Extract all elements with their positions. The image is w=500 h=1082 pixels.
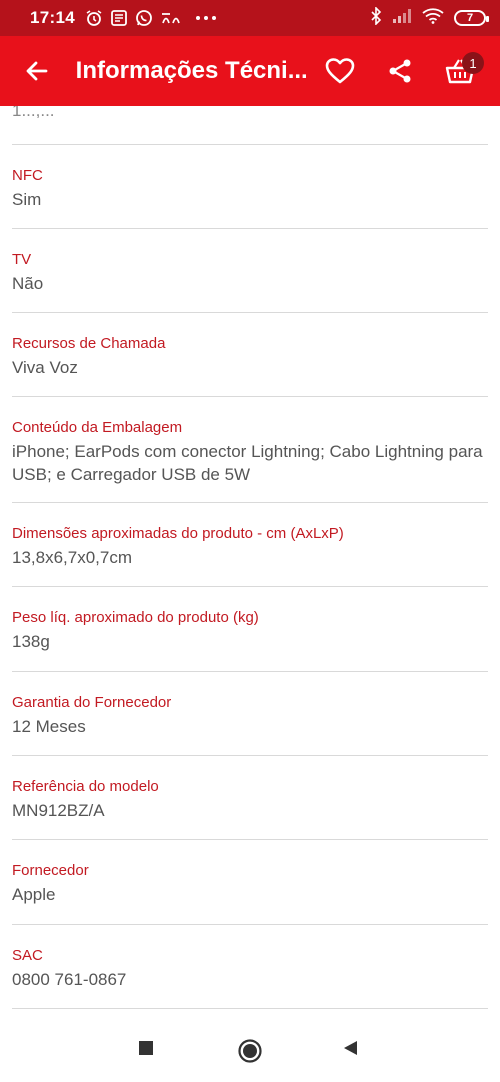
spec-label: TV xyxy=(12,251,32,268)
divider xyxy=(12,502,488,503)
recents-button[interactable] xyxy=(136,1038,156,1058)
news-icon xyxy=(111,10,127,26)
spec-label: Recursos de Chamada xyxy=(12,335,166,352)
divider xyxy=(12,228,488,229)
spec-row-call-features: Recursos de Chamada Viva Voz xyxy=(12,334,488,379)
divider xyxy=(12,924,488,925)
spec-label: Referência do modelo xyxy=(12,778,159,795)
spec-value: Não xyxy=(12,274,44,293)
system-nav-bar xyxy=(0,1018,500,1082)
spec-row-weight: Peso líq. aproximado do produto (kg) 138… xyxy=(12,608,488,653)
partial-spec-value: 1...,... xyxy=(12,106,55,118)
whatsapp-icon xyxy=(135,9,153,27)
share-icon xyxy=(389,59,411,83)
status-time: 17:14 xyxy=(30,8,75,27)
back-nav-button[interactable] xyxy=(341,1038,361,1058)
wifi-icon xyxy=(422,7,444,29)
heart-icon xyxy=(325,58,355,84)
mc-icon xyxy=(161,11,181,25)
signal-icon xyxy=(392,8,412,29)
spec-label: SAC xyxy=(12,947,43,964)
bluetooth-icon xyxy=(370,5,382,30)
divider xyxy=(12,144,488,145)
partial-spec-row: 1...,... xyxy=(12,106,488,124)
spec-row-dimensions: Dimensões aproximadas do produto - cm (A… xyxy=(12,524,488,569)
cart-button[interactable]: 1 xyxy=(430,36,490,106)
spec-value: Sim xyxy=(12,190,42,209)
spec-label: Fornecedor xyxy=(12,862,89,879)
spec-row-supplier: Fornecedor Apple xyxy=(12,861,488,906)
favorite-button[interactable] xyxy=(310,36,370,106)
spec-label: Peso líq. aproximado do produto (kg) xyxy=(12,609,259,626)
back-button[interactable] xyxy=(12,36,62,106)
spec-row-model-reference: Referência do modelo MN912BZ/A xyxy=(12,777,488,822)
spec-row-nfc: NFC Sim xyxy=(12,166,488,211)
arrow-left-icon xyxy=(26,61,48,81)
app-bar: Informações Técni... 1 xyxy=(0,36,500,106)
cart-count-badge: 1 xyxy=(462,52,484,74)
spec-row-tv: TV Não xyxy=(12,250,488,295)
spec-row-sac: SAC 0800 761-0867 xyxy=(12,946,488,991)
spec-label: Garantia do Fornecedor xyxy=(12,694,172,711)
status-bar: 17:14 7 xyxy=(0,0,500,36)
spec-label: Dimensões aproximadas do produto - cm (A… xyxy=(12,525,344,542)
divider xyxy=(12,839,488,840)
spec-value: 13,8x6,7x0,7cm xyxy=(12,548,133,567)
home-button[interactable] xyxy=(237,1038,263,1064)
spec-value: MN912BZ/A xyxy=(12,801,105,820)
spec-value: Apple xyxy=(12,885,56,904)
divider xyxy=(12,312,488,313)
spec-value: iPhone; EarPods com conector Lightning; … xyxy=(12,442,483,484)
battery-icon: 7 xyxy=(454,10,489,26)
square-icon xyxy=(139,1041,153,1055)
spec-label: Conteúdo da Embalagem xyxy=(12,419,183,436)
triangle-back-icon xyxy=(344,1041,357,1055)
divider xyxy=(12,1008,488,1009)
spec-label: NFC xyxy=(12,167,43,184)
more-dots-icon xyxy=(195,15,217,21)
spec-value: 12 Meses xyxy=(12,717,86,736)
page-title: Informações Técni... xyxy=(75,57,308,84)
spec-value: 0800 761-0867 xyxy=(12,970,127,989)
spec-row-package-contents: Conteúdo da Embalagem iPhone; EarPods co… xyxy=(12,418,488,486)
home-circle-icon xyxy=(238,1039,262,1063)
divider xyxy=(12,396,488,397)
spec-row-warranty: Garantia do Fornecedor 12 Meses xyxy=(12,693,488,738)
share-button[interactable] xyxy=(370,36,430,106)
divider xyxy=(12,755,488,756)
spec-value: 138g xyxy=(12,632,50,651)
divider xyxy=(12,586,488,587)
alarm-icon xyxy=(85,9,103,27)
divider xyxy=(12,671,488,672)
spec-list[interactable]: 1...,... NFC Sim TV Não Recursos de Cham… xyxy=(0,106,500,1018)
spec-value: Viva Voz xyxy=(12,358,78,377)
